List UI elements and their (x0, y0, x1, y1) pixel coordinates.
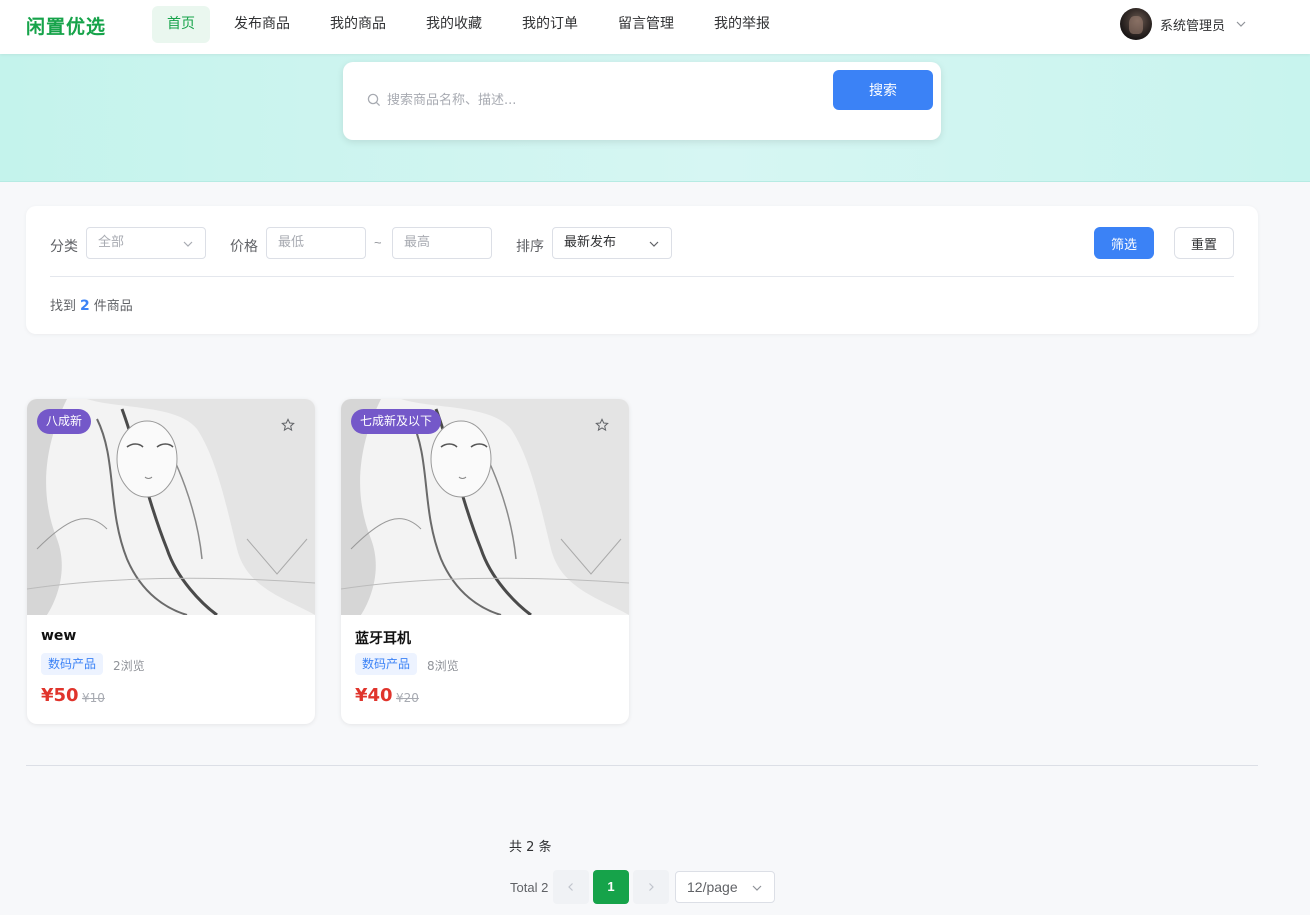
search-button[interactable]: 搜索 (833, 70, 933, 110)
prev-page-button[interactable] (553, 870, 589, 904)
product-title[interactable]: wew (41, 628, 76, 644)
nav-item-messages[interactable]: 留言管理 (602, 6, 690, 43)
chevron-down-icon (649, 241, 659, 247)
search-icon (367, 93, 381, 107)
reset-button[interactable]: 重置 (1174, 227, 1234, 259)
page-size-select[interactable]: 12/page (675, 871, 775, 903)
top-header: 闲置优选 首页 发布商品 我的商品 我的收藏 我的订单 留言管理 我的举报 系统… (0, 0, 1310, 54)
total-count-text: 共 2 条 (509, 840, 552, 855)
price-min-input[interactable]: 最低 (266, 227, 366, 259)
nav-item-my-products[interactable]: 我的商品 (314, 6, 402, 43)
site-logo[interactable]: 闲置优选 (26, 12, 106, 39)
filter-divider (50, 276, 1234, 277)
user-menu[interactable]: 系统管理员 (1120, 8, 1247, 40)
star-icon[interactable] (595, 418, 609, 432)
nav-item-orders[interactable]: 我的订单 (506, 6, 594, 43)
chevron-down-icon (752, 885, 762, 891)
filter-panel: 分类 全部 价格 最低 ~ 最高 排序 最新发布 筛选 重置 找到 2 件商品 (26, 206, 1258, 334)
category-tag: 数码产品 (41, 653, 104, 675)
condition-badge: 八成新 (37, 409, 92, 434)
nav-item-publish[interactable]: 发布商品 (218, 6, 306, 43)
result-count: 找到 2 件商品 (50, 295, 133, 314)
category-select-value: 全部 (98, 235, 125, 250)
user-name: 系统管理员 (1160, 18, 1226, 34)
sort-label: 排序 (516, 239, 544, 255)
product-price: ¥40 (355, 685, 393, 706)
search-box: 搜索 (343, 62, 941, 140)
star-icon[interactable] (281, 418, 295, 432)
view-count: 8浏览 (427, 659, 459, 673)
nav-item-reports[interactable]: 我的举报 (698, 6, 786, 43)
chevron-right-icon (649, 883, 654, 891)
nav-item-favorites[interactable]: 我的收藏 (410, 6, 498, 43)
category-select[interactable]: 全部 (86, 227, 206, 259)
avatar[interactable] (1120, 8, 1152, 40)
product-title[interactable]: 蓝牙耳机 (355, 628, 411, 648)
search-input[interactable] (387, 88, 817, 112)
main-nav: 首页 发布商品 我的商品 我的收藏 我的订单 留言管理 我的举报 (152, 6, 794, 43)
result-suffix: 件商品 (93, 299, 133, 314)
chevron-down-icon (1236, 21, 1246, 27)
product-card[interactable]: 八成新 wew 数码产品 2浏览 ¥50 ¥10 (27, 399, 315, 724)
next-page-button[interactable] (633, 870, 669, 904)
product-image[interactable]: 八成新 (27, 399, 315, 615)
price-label: 价格 (230, 239, 258, 255)
page-number-current[interactable]: 1 (593, 870, 629, 904)
chevron-left-icon (568, 883, 573, 891)
view-count: 2浏览 (113, 659, 145, 673)
page-size-value: 12/page (687, 879, 738, 895)
price-max-input[interactable]: 最高 (392, 227, 492, 259)
bottom-divider (26, 765, 1258, 766)
result-number: 2 (80, 298, 90, 314)
original-price: ¥20 (396, 691, 419, 705)
chevron-down-icon (183, 241, 193, 247)
sort-select-value: 最新发布 (564, 235, 617, 250)
category-label: 分类 (50, 239, 78, 255)
original-price: ¥10 (82, 691, 105, 705)
filter-button[interactable]: 筛选 (1094, 227, 1154, 259)
product-card[interactable]: 七成新及以下 蓝牙耳机 数码产品 8浏览 ¥40 ¥20 (341, 399, 629, 724)
pagination-total: Total 2 (510, 880, 549, 895)
category-tag: 数码产品 (355, 653, 418, 675)
product-price: ¥50 (41, 685, 79, 706)
result-prefix: 找到 (50, 299, 77, 314)
price-separator: ~ (374, 235, 382, 250)
sort-select[interactable]: 最新发布 (552, 227, 672, 259)
product-image[interactable]: 七成新及以下 (341, 399, 629, 615)
condition-badge: 七成新及以下 (351, 409, 442, 434)
hero-banner: 搜索 (0, 54, 1310, 182)
nav-item-home[interactable]: 首页 (152, 6, 210, 43)
